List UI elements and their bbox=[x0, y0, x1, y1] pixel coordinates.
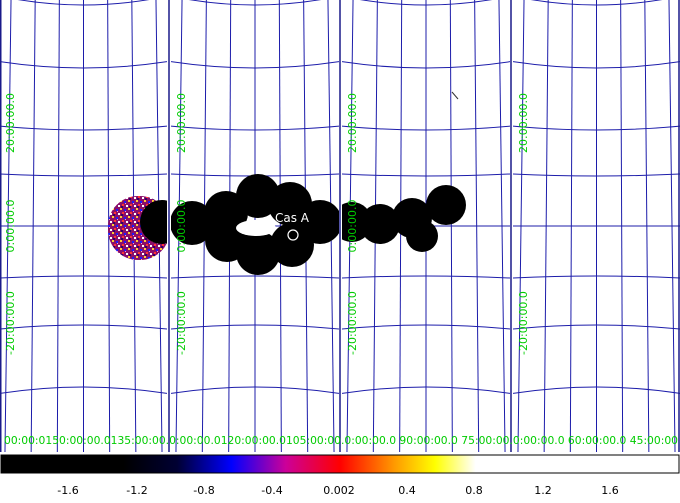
sky-panel-2[interactable] bbox=[170, 0, 342, 452]
colorbar-tick: -0.8 bbox=[193, 484, 214, 497]
colorbar-tick: 0.4 bbox=[398, 484, 416, 497]
coordinate-grid bbox=[513, 0, 680, 452]
y-tick-label: 0:00:00.0 bbox=[175, 200, 188, 253]
source-label: Cas A bbox=[275, 211, 310, 225]
y-tick-label: 0:00:00.0 bbox=[346, 200, 359, 253]
y-tick-label: 20:00:00.0 bbox=[4, 93, 17, 153]
colorbar-tick: -0.4 bbox=[261, 484, 282, 497]
colorbar-tick: 0.002 bbox=[323, 484, 355, 497]
colorbar-gradient[interactable] bbox=[0, 454, 680, 474]
colorbar-tick: 1.2 bbox=[534, 484, 552, 497]
image-viewer[interactable]: 20:00:00.0 0:00:00.0 -20:00:00.0 20:00:00.0… bbox=[0, 0, 680, 499]
y-tick-label: -20:00:00.0 bbox=[4, 291, 17, 355]
source-hole bbox=[236, 220, 276, 236]
sky-panel-1[interactable] bbox=[0, 0, 184, 452]
sky-panel-4[interactable] bbox=[513, 0, 680, 452]
y-tick-label: -20:00:00.0 bbox=[517, 291, 530, 355]
y-tick-label: 20:00:00.0 bbox=[346, 93, 359, 153]
y-tick-label: 0:00:00.0 bbox=[4, 200, 17, 253]
colorbar-tick: 0.8 bbox=[465, 484, 483, 497]
y-tick-label: -20:00:00.0 bbox=[346, 291, 359, 355]
artifact-stroke bbox=[451, 91, 459, 100]
y-tick-label: 20:00:00.0 bbox=[175, 93, 188, 153]
colorbar-tick: -1.2 bbox=[126, 484, 147, 497]
colorbar-tick-labels: -1.6 -1.2 -0.8 -0.4 0.002 0.4 0.8 1.2 1.6 bbox=[57, 484, 618, 497]
y-tick-label: -20:00:00.0 bbox=[175, 291, 188, 355]
sky-image[interactable]: 20:00:00.0 0:00:00.0 -20:00:00.0 20:00:00.0… bbox=[0, 0, 680, 499]
colorbar-tick: 1.6 bbox=[601, 484, 619, 497]
colorbar-tick: -1.6 bbox=[57, 484, 78, 497]
y-tick-label: 20:00:00.0 bbox=[517, 93, 530, 153]
x-axis-tick-strip: 00:00:0150:00:00.0135:00:00.0:00:00.0120… bbox=[4, 434, 678, 447]
